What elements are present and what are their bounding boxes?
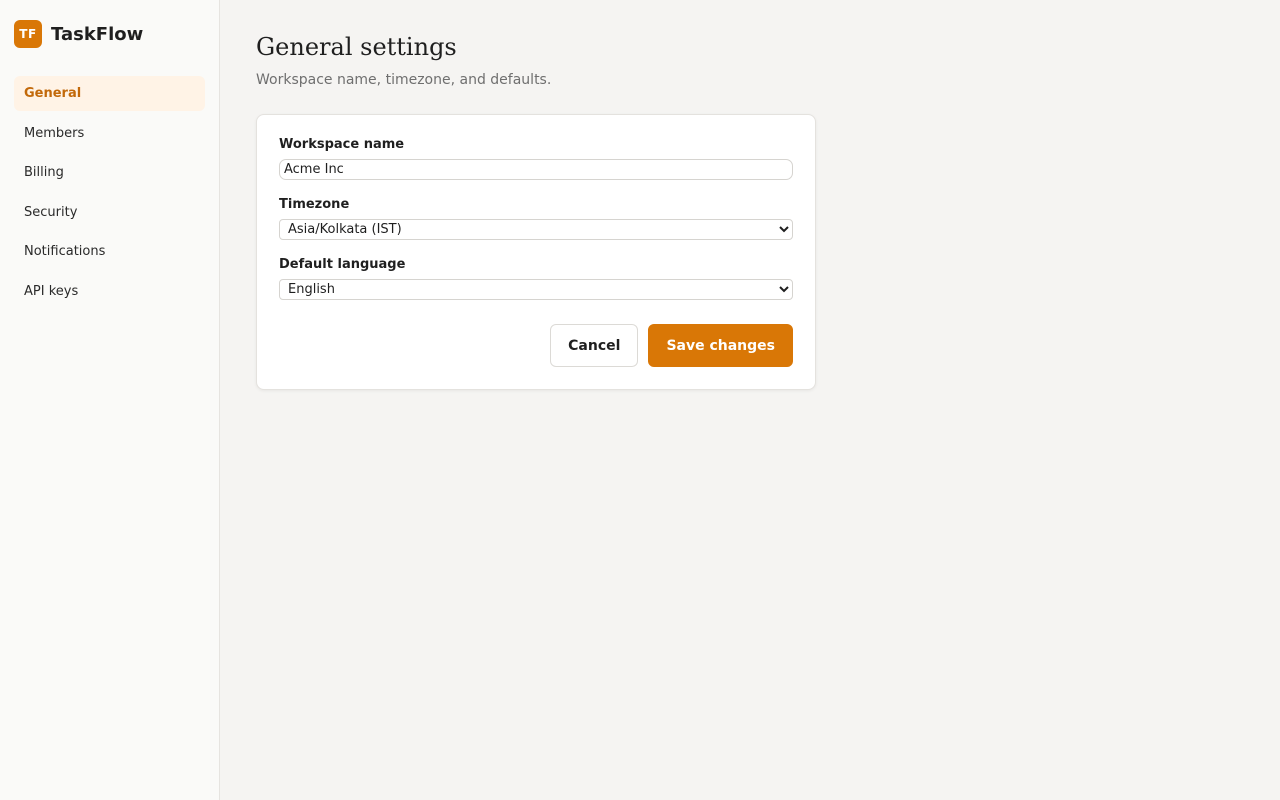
workspace-name-field: Workspace name <box>279 137 793 180</box>
sidebar-item-api-keys[interactable]: API keys <box>14 274 205 309</box>
timezone-field: Timezone Asia/Kolkata (IST) <box>279 197 793 240</box>
workspace-name-input[interactable] <box>279 159 793 180</box>
sidebar-item-members[interactable]: Members <box>14 116 205 151</box>
sidebar-item-general[interactable]: General <box>14 76 205 111</box>
form-actions: Cancel Save changes <box>279 324 793 367</box>
language-select[interactable]: English <box>279 279 793 300</box>
language-label: Default language <box>279 257 406 272</box>
main-content: General settings Workspace name, timezon… <box>220 0 1280 800</box>
app-shell: TF TaskFlow General Members Billing Secu… <box>0 0 1280 800</box>
brand-logo: TF <box>14 20 42 48</box>
language-field: Default language English <box>279 257 793 300</box>
workspace-name-label: Workspace name <box>279 137 405 152</box>
page-title: General settings <box>256 33 457 61</box>
settings-card: Workspace name Timezone Asia/Kolkata (IS… <box>256 114 816 390</box>
cancel-button[interactable]: Cancel <box>550 324 639 367</box>
sidebar-item-security[interactable]: Security <box>14 195 205 230</box>
save-button[interactable]: Save changes <box>648 324 793 367</box>
sidebar-item-notifications[interactable]: Notifications <box>14 234 205 269</box>
brand[interactable]: TF TaskFlow <box>14 20 205 48</box>
timezone-label: Timezone <box>279 197 350 212</box>
brand-name: TaskFlow <box>51 23 144 45</box>
page-subtitle: Workspace name, timezone, and defaults. <box>256 72 552 88</box>
sidebar: TF TaskFlow General Members Billing Secu… <box>0 0 220 800</box>
timezone-select[interactable]: Asia/Kolkata (IST) <box>279 219 793 240</box>
sidebar-item-billing[interactable]: Billing <box>14 155 205 190</box>
sidebar-nav: General Members Billing Security Notific… <box>14 76 205 309</box>
